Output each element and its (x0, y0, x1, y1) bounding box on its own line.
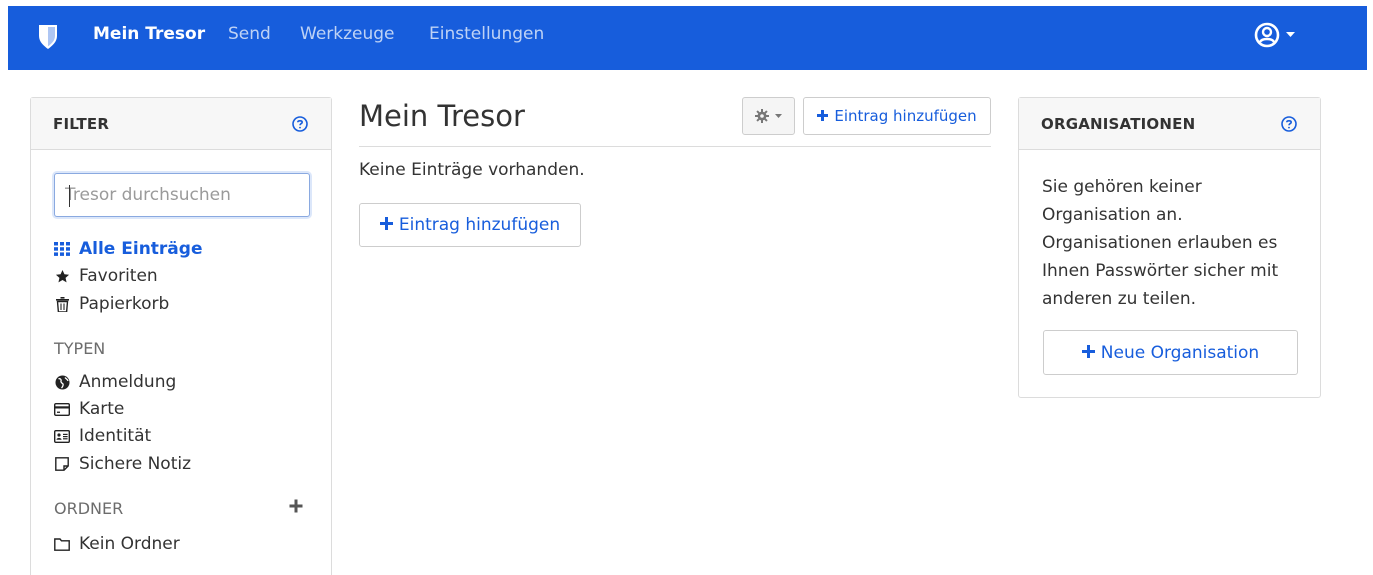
search-vault-input[interactable] (54, 173, 310, 217)
empty-state-text: Keine Einträge vorhanden. (359, 160, 585, 180)
page-title: Mein Tresor (359, 99, 525, 133)
sticky-note-icon (54, 456, 70, 472)
filter-type-label: Karte (79, 399, 125, 419)
new-organization-button[interactable]: Neue Organisation (1043, 330, 1298, 375)
folder-item-label: Kein Ordner (79, 534, 180, 554)
nav-link-mein-tresor[interactable]: Mein Tresor (93, 6, 205, 70)
filter-card: FILTER Alle Einträge Favoriten Papierkor… (30, 97, 332, 575)
filter-item-favorites[interactable]: Favoriten (54, 264, 158, 288)
nav-link-einstellungen[interactable]: Einstellungen (429, 6, 544, 70)
plus-icon (379, 215, 393, 235)
folders-section-label: ORDNER (54, 499, 124, 518)
plus-icon (1081, 343, 1095, 363)
filter-type-card[interactable]: Karte (54, 397, 124, 421)
filter-type-secure-note[interactable]: Sichere Notiz (54, 452, 191, 476)
help-icon[interactable] (1280, 115, 1298, 133)
filter-item-label: Papierkorb (79, 294, 170, 314)
filter-item-trash[interactable]: Papierkorb (54, 292, 169, 316)
filter-type-label: Anmeldung (79, 372, 177, 392)
filter-type-login[interactable]: Anmeldung (54, 370, 176, 394)
organizations-card-header: ORGANISATIONEN (1019, 98, 1320, 150)
id-card-icon (54, 428, 70, 444)
gear-icon (755, 109, 769, 123)
credit-card-icon (54, 401, 70, 417)
add-item-empty-button[interactable]: Eintrag hinzufügen (359, 203, 581, 247)
filter-title: FILTER (53, 115, 110, 133)
filter-type-label: Identität (79, 426, 152, 446)
star-icon (54, 268, 70, 284)
filter-card-header: FILTER (31, 98, 331, 150)
filter-item-label: Alle Einträge (79, 239, 203, 259)
plus-icon (817, 107, 829, 125)
add-item-button[interactable]: Eintrag hinzufügen (803, 97, 991, 135)
caret-down-icon (1286, 32, 1295, 37)
nav-link-werkzeuge[interactable]: Werkzeuge (300, 6, 395, 70)
organizations-card: ORGANISATIONEN Sie gehören keiner Organi… (1018, 97, 1321, 398)
user-circle-icon (1254, 22, 1280, 48)
filter-type-identity[interactable]: Identität (54, 424, 151, 448)
types-section-label: TYPEN (54, 339, 106, 358)
add-folder-plus-icon[interactable] (288, 498, 304, 514)
new-organization-button-label: Neue Organisation (1100, 342, 1260, 363)
title-divider (359, 146, 991, 147)
globe-icon (54, 374, 70, 390)
trash-icon (54, 296, 70, 312)
top-navbar: Mein Tresor Send Werkzeuge Einstellungen (8, 6, 1367, 70)
organizations-info-text: Sie gehören keiner Organisation an. Orga… (1042, 177, 1279, 309)
filter-item-label: Favoriten (79, 266, 158, 286)
bitwarden-logo-icon[interactable] (30, 19, 66, 55)
add-item-empty-button-label: Eintrag hinzufügen (398, 215, 561, 235)
account-menu-button[interactable] (1254, 20, 1295, 50)
add-item-button-label: Eintrag hinzufügen (834, 107, 977, 125)
vault-options-button[interactable] (742, 97, 795, 135)
folder-item-no-folder[interactable]: Kein Ordner (54, 532, 180, 556)
filter-item-all[interactable]: Alle Einträge (54, 237, 202, 261)
grid-icon (54, 241, 70, 257)
help-icon[interactable] (291, 115, 309, 133)
text-cursor (69, 185, 70, 207)
caret-down-icon (775, 113, 782, 118)
folder-icon (54, 536, 70, 552)
nav-link-send[interactable]: Send (228, 6, 271, 70)
organizations-title: ORGANISATIONEN (1041, 115, 1196, 133)
filter-type-label: Sichere Notiz (79, 454, 192, 474)
